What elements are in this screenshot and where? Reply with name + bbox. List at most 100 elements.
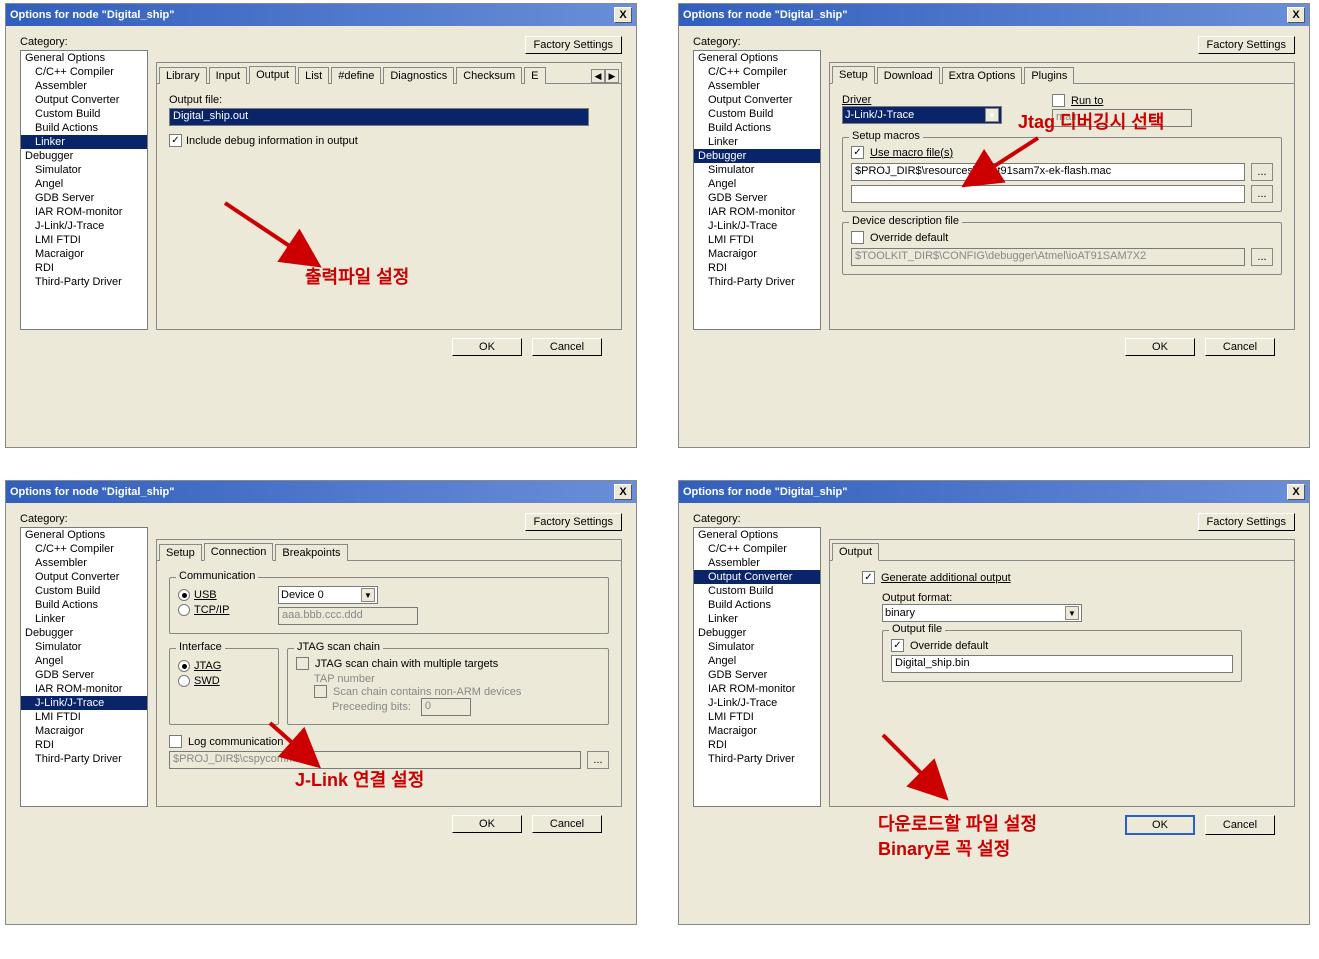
output-file-input[interactable]: Digital_ship.out (169, 108, 589, 126)
tab-plugins[interactable]: Plugins (1024, 67, 1074, 84)
sidebar-item-custom-build[interactable]: Custom Build (21, 584, 147, 598)
sidebar-item-lmi-ftdi[interactable]: LMI FTDI (694, 710, 820, 724)
tab-scroll-left-icon[interactable]: ◀ (591, 69, 605, 83)
sidebar-item-debugger[interactable]: Debugger (694, 149, 820, 163)
sidebar-item-rdi[interactable]: RDI (694, 261, 820, 275)
override-checkbox[interactable]: ✓ (891, 639, 904, 652)
sidebar-item-output-converter[interactable]: Output Converter (21, 93, 147, 107)
close-icon[interactable]: X (614, 7, 632, 23)
sidebar-item-third-party-driver[interactable]: Third-Party Driver (21, 752, 147, 766)
sidebar-item-angel[interactable]: Angel (21, 177, 147, 191)
sidebar-item-assembler[interactable]: Assembler (694, 556, 820, 570)
category-list[interactable]: General OptionsC/C++ CompilerAssemblerOu… (20, 527, 148, 807)
jtag-radio[interactable] (178, 660, 190, 672)
sidebar-item-third-party-driver[interactable]: Third-Party Driver (694, 275, 820, 289)
factory-settings-button[interactable]: Factory Settings (525, 36, 622, 54)
sidebar-item-lmi-ftdi[interactable]: LMI FTDI (21, 710, 147, 724)
sidebar-item-gdb-server[interactable]: GDB Server (694, 668, 820, 682)
sidebar-item-simulator[interactable]: Simulator (694, 640, 820, 654)
cancel-button[interactable]: Cancel (1205, 338, 1275, 356)
sidebar-item-simulator[interactable]: Simulator (694, 163, 820, 177)
tab-library[interactable]: Library (159, 67, 207, 84)
chevron-down-icon[interactable]: ▼ (361, 588, 375, 602)
tab-setup[interactable]: Setup (159, 544, 202, 561)
chevron-down-icon[interactable]: ▼ (985, 108, 999, 122)
sidebar-item-iar-rom-monitor[interactable]: IAR ROM-monitor (21, 205, 147, 219)
cancel-button[interactable]: Cancel (532, 815, 602, 833)
sidebar-item-build-actions[interactable]: Build Actions (21, 598, 147, 612)
sidebar-item-assembler[interactable]: Assembler (694, 79, 820, 93)
ok-button[interactable]: OK (1125, 338, 1195, 356)
sidebar-item-c-c-compiler[interactable]: C/C++ Compiler (21, 542, 147, 556)
sidebar-item-build-actions[interactable]: Build Actions (694, 121, 820, 135)
sidebar-item-general-options[interactable]: General Options (694, 51, 820, 65)
usb-radio[interactable] (178, 589, 190, 601)
browse-button[interactable]: ... (1251, 185, 1273, 203)
sidebar-item-rdi[interactable]: RDI (694, 738, 820, 752)
sidebar-item-rdi[interactable]: RDI (21, 261, 147, 275)
sidebar-item-macraigor[interactable]: Macraigor (694, 724, 820, 738)
sidebar-item-custom-build[interactable]: Custom Build (694, 107, 820, 121)
sidebar-item-j-link-j-trace[interactable]: J-Link/J-Trace (694, 696, 820, 710)
tab-breakpoints[interactable]: Breakpoints (275, 544, 347, 561)
category-list[interactable]: General OptionsC/C++ CompilerAssemblerOu… (693, 50, 821, 330)
sidebar-item-output-converter[interactable]: Output Converter (694, 570, 820, 584)
sidebar-item-general-options[interactable]: General Options (21, 51, 147, 65)
sidebar-item-build-actions[interactable]: Build Actions (21, 121, 147, 135)
sidebar-item-iar-rom-monitor[interactable]: IAR ROM-monitor (694, 682, 820, 696)
sidebar-item-c-c-compiler[interactable]: C/C++ Compiler (21, 65, 147, 79)
sidebar-item-third-party-driver[interactable]: Third-Party Driver (21, 275, 147, 289)
output-format-combo[interactable]: binary▼ (882, 604, 1082, 622)
tab-diagnostics[interactable]: Diagnostics (383, 67, 454, 84)
ok-button[interactable]: OK (452, 338, 522, 356)
sidebar-item-j-link-j-trace[interactable]: J-Link/J-Trace (21, 219, 147, 233)
sidebar-item-third-party-driver[interactable]: Third-Party Driver (694, 752, 820, 766)
sidebar-item-debugger[interactable]: Debugger (694, 626, 820, 640)
sidebar-item-general-options[interactable]: General Options (694, 528, 820, 542)
factory-settings-button[interactable]: Factory Settings (1198, 513, 1295, 531)
browse-button[interactable]: ... (587, 751, 609, 769)
sidebar-item-general-options[interactable]: General Options (21, 528, 147, 542)
ok-button[interactable]: OK (452, 815, 522, 833)
tab-setup[interactable]: Setup (832, 66, 875, 84)
sidebar-item-linker[interactable]: Linker (694, 612, 820, 626)
log-comm-checkbox[interactable] (169, 735, 182, 748)
sidebar-item-macraigor[interactable]: Macraigor (694, 247, 820, 261)
run-to-checkbox[interactable] (1052, 94, 1065, 107)
sidebar-item-build-actions[interactable]: Build Actions (694, 598, 820, 612)
sidebar-item-lmi-ftdi[interactable]: LMI FTDI (694, 233, 820, 247)
driver-combo[interactable]: J-Link/J-Trace ▼ (842, 106, 1002, 124)
use-macro-checkbox[interactable]: ✓ (851, 146, 864, 159)
ok-button[interactable]: OK (1125, 815, 1195, 835)
sidebar-item-linker[interactable]: Linker (694, 135, 820, 149)
sidebar-item-macraigor[interactable]: Macraigor (21, 724, 147, 738)
close-icon[interactable]: X (1287, 484, 1305, 500)
sidebar-item-debugger[interactable]: Debugger (21, 149, 147, 163)
close-icon[interactable]: X (614, 484, 632, 500)
tab-input[interactable]: Input (209, 67, 247, 84)
tcpip-radio[interactable] (178, 604, 190, 616)
sidebar-item-angel[interactable]: Angel (694, 654, 820, 668)
sidebar-item-lmi-ftdi[interactable]: LMI FTDI (21, 233, 147, 247)
tab-scroll-right-icon[interactable]: ▶ (605, 69, 619, 83)
tab-extra-options[interactable]: Extra Options (942, 67, 1023, 84)
sidebar-item-iar-rom-monitor[interactable]: IAR ROM-monitor (694, 205, 820, 219)
sidebar-item-iar-rom-monitor[interactable]: IAR ROM-monitor (21, 682, 147, 696)
swd-radio[interactable] (178, 675, 190, 687)
sidebar-item-angel[interactable]: Angel (21, 654, 147, 668)
sidebar-item-j-link-j-trace[interactable]: J-Link/J-Trace (21, 696, 147, 710)
sidebar-item-j-link-j-trace[interactable]: J-Link/J-Trace (694, 219, 820, 233)
sidebar-item-c-c-compiler[interactable]: C/C++ Compiler (694, 65, 820, 79)
category-list[interactable]: General OptionsC/C++ CompilerAssemblerOu… (20, 50, 148, 330)
sidebar-item-c-c-compiler[interactable]: C/C++ Compiler (694, 542, 820, 556)
scan-multi-checkbox[interactable] (296, 657, 309, 670)
titlebar[interactable]: Options for node "Digital_ship" X (6, 4, 636, 26)
sidebar-item-simulator[interactable]: Simulator (21, 163, 147, 177)
close-icon[interactable]: X (1287, 7, 1305, 23)
sidebar-item-output-converter[interactable]: Output Converter (21, 570, 147, 584)
output-filename-input[interactable]: Digital_ship.bin (891, 655, 1233, 673)
sidebar-item-gdb-server[interactable]: GDB Server (21, 191, 147, 205)
tab-checksum[interactable]: Checksum (456, 67, 522, 84)
gen-additional-checkbox[interactable]: ✓ (862, 571, 875, 584)
sidebar-item-output-converter[interactable]: Output Converter (694, 93, 820, 107)
